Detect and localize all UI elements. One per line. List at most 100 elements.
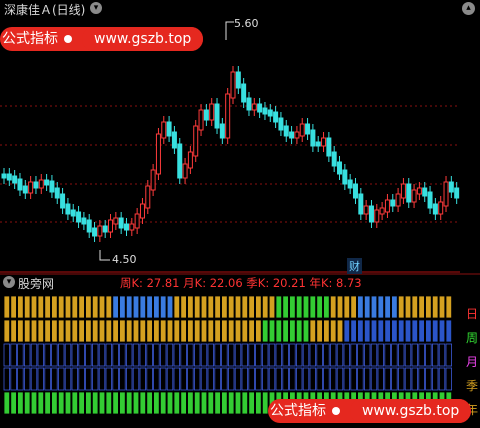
candle-body bbox=[28, 181, 34, 194]
indicator-chevron-down-icon[interactable]: ▾ bbox=[3, 276, 15, 288]
indicator-bar bbox=[119, 391, 126, 415]
indicator-bar bbox=[180, 295, 187, 319]
candle-body bbox=[44, 179, 50, 186]
candle-body bbox=[171, 131, 177, 149]
indicator-bar bbox=[221, 295, 228, 319]
chevron-down-icon[interactable]: ▾ bbox=[90, 2, 102, 14]
candle-body bbox=[219, 123, 225, 139]
indicator-bar bbox=[214, 319, 221, 343]
candle-body bbox=[448, 181, 454, 193]
indicator-bar bbox=[105, 391, 112, 415]
indicator-bar bbox=[200, 319, 208, 343]
candle-body bbox=[193, 125, 199, 157]
indicator-bar bbox=[445, 367, 452, 391]
indicator-bar bbox=[261, 367, 269, 391]
indicator-bar bbox=[343, 295, 350, 319]
indicator-bar bbox=[85, 343, 92, 367]
indicator-bar bbox=[357, 367, 364, 391]
indicator-bar bbox=[166, 295, 174, 319]
indicator-bar bbox=[384, 319, 391, 343]
watermark-label: 公式指标 bbox=[2, 31, 58, 47]
indicator-bar bbox=[112, 391, 119, 415]
indicator-bar bbox=[173, 391, 180, 415]
candle-body bbox=[203, 109, 209, 121]
candle-body bbox=[92, 227, 98, 237]
indicator-bar bbox=[329, 319, 337, 343]
indicator-bar bbox=[268, 367, 276, 391]
indicator-bar bbox=[139, 295, 146, 319]
indicator-bar bbox=[275, 295, 282, 319]
indicator-bar bbox=[132, 367, 140, 391]
indicator-bar bbox=[289, 319, 296, 343]
candle-body bbox=[12, 175, 18, 184]
indicator-bar bbox=[139, 343, 146, 367]
indicator-bar bbox=[105, 343, 112, 367]
indicator-bar bbox=[64, 391, 72, 415]
indicator-bar bbox=[44, 319, 51, 343]
indicator-bar bbox=[377, 295, 384, 319]
indicator-bar bbox=[187, 367, 194, 391]
row-label-week: 周 bbox=[466, 331, 479, 345]
candle-body bbox=[65, 203, 71, 215]
indicator-bar bbox=[404, 295, 412, 319]
indicator-bar bbox=[139, 367, 146, 391]
row-label-day: 日 bbox=[466, 307, 479, 321]
indicator-bar bbox=[350, 295, 357, 319]
indicator-bar bbox=[85, 391, 92, 415]
indicator-bar bbox=[78, 367, 85, 391]
indicator-bar bbox=[438, 319, 446, 343]
candle-body bbox=[352, 183, 358, 199]
candle-body bbox=[390, 199, 396, 207]
finance-marker[interactable]: 财 bbox=[347, 258, 362, 274]
candle-body bbox=[315, 141, 321, 147]
price-chart[interactable] bbox=[0, 14, 480, 428]
indicator-bar bbox=[17, 319, 24, 343]
indicator-bar bbox=[207, 343, 214, 367]
candle-body bbox=[283, 125, 289, 137]
indicator-bar bbox=[71, 367, 78, 391]
indicator-bar bbox=[126, 343, 133, 367]
indicator-bar bbox=[241, 367, 248, 391]
indicator-bar bbox=[268, 295, 276, 319]
indicator-bar bbox=[112, 319, 119, 343]
indicator-bar bbox=[438, 295, 446, 319]
indicator-bar bbox=[166, 319, 174, 343]
watermark-url[interactable]: www.gszb.top bbox=[82, 27, 204, 51]
candle-body bbox=[438, 201, 444, 215]
indicator-bar bbox=[227, 367, 235, 391]
indicator-bar bbox=[23, 319, 31, 343]
indicator-bar bbox=[357, 343, 364, 367]
candle-body bbox=[379, 207, 385, 215]
candle-body bbox=[139, 203, 145, 219]
candle-body bbox=[22, 185, 28, 194]
indicator-values: 周K: 27.81 月K: 22.06 季K: 20.21 年K: 8.73 bbox=[120, 276, 362, 290]
watermark-badge-top[interactable]: 公式指标 www.gszb.top bbox=[0, 27, 204, 51]
indicator-bar bbox=[363, 295, 371, 319]
indicator-bar bbox=[323, 343, 330, 367]
indicator-bar bbox=[132, 319, 140, 343]
indicator-bar bbox=[275, 319, 282, 343]
indicator-bar bbox=[248, 391, 255, 415]
watermark-label: 公式指标 bbox=[270, 403, 326, 419]
indicator-bar bbox=[241, 295, 248, 319]
indicator-bar bbox=[119, 295, 126, 319]
indicator-bar bbox=[255, 295, 262, 319]
indicator-bar bbox=[227, 343, 235, 367]
indicator-bar bbox=[377, 343, 384, 367]
watermark-url[interactable]: www.gszb.top bbox=[350, 399, 472, 423]
indicator-bar bbox=[17, 391, 24, 415]
candle-body bbox=[54, 187, 60, 199]
watermark-badge-bottom[interactable]: 公式指标 www.gszb.top bbox=[268, 399, 472, 423]
indicator-bar bbox=[255, 319, 262, 343]
indicator-bar bbox=[92, 343, 99, 367]
indicator-bar bbox=[295, 367, 303, 391]
indicator-bar bbox=[180, 367, 187, 391]
candle-body bbox=[432, 203, 438, 215]
indicator-bar bbox=[51, 319, 58, 343]
candle-body bbox=[406, 183, 412, 203]
indicator-bar bbox=[58, 391, 65, 415]
indicator-bar bbox=[248, 295, 255, 319]
indicator-bar bbox=[98, 319, 106, 343]
indicator-bar bbox=[445, 343, 452, 367]
indicator-bar bbox=[71, 391, 78, 415]
